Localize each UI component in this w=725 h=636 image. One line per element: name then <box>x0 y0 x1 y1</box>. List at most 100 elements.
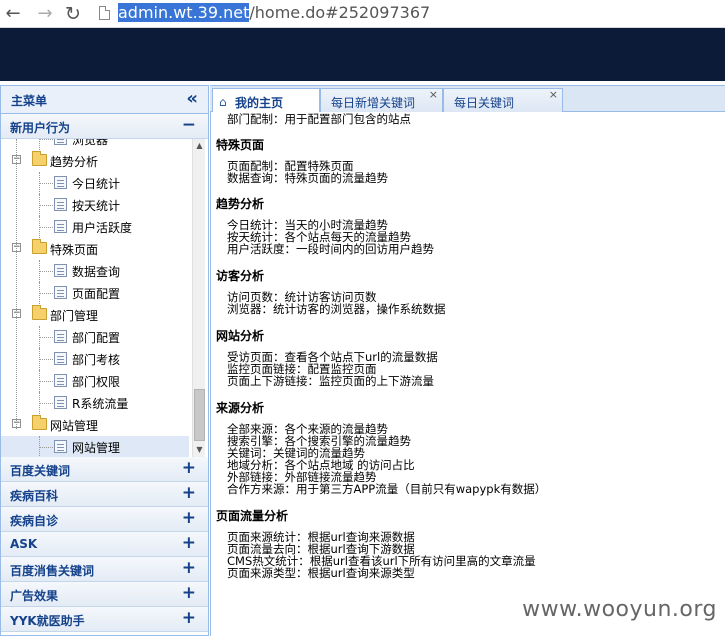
tree-item[interactable]: 部门配置 <box>1 326 189 348</box>
tree-label: 趋势分析 <box>50 155 99 169</box>
expand-icon[interactable]: + <box>182 458 196 478</box>
accordion-item[interactable]: 广告效果 + <box>1 582 208 607</box>
expand-icon[interactable]: + <box>182 533 196 553</box>
accordion-item[interactable]: ASK + <box>1 532 208 557</box>
tree-label: 部门权限 <box>72 375 121 389</box>
accordion-label: 百度消售关键词 <box>10 564 95 578</box>
accordion-label: 百度关键词 <box>10 464 71 478</box>
collapse-sidebar-icon[interactable]: « <box>186 88 198 109</box>
tree-label: 今日统计 <box>72 177 121 191</box>
home-icon: ⌂ <box>219 95 227 109</box>
tree-connector <box>39 381 53 382</box>
accordion-label: 新用户行为 <box>10 121 71 135</box>
content-line: 页面上下游链接：监控页面的上下游流量 <box>227 374 434 388</box>
accordion-item[interactable]: 百度消售关键词 + <box>1 557 208 582</box>
tree-item[interactable]: 网站管理 <box>1 436 189 457</box>
tree-label: 用户活跃度 <box>72 221 133 235</box>
content-line: 数据查询：特殊页面的流量趋势 <box>227 171 388 185</box>
sidebar: 主菜单 « 新用户行为 − 浏览器 − 趋势分析 今日统计 按天统计 用户活跃度 − 特殊页面… <box>0 85 209 636</box>
content-line: 合作方来源：用于第三方APP流量（目前只有wapypk有数据） <box>227 482 547 496</box>
tree-connector <box>39 139 53 140</box>
tree-label: 部门管理 <box>50 309 99 323</box>
tree-item[interactable]: 页面配置 <box>1 282 189 304</box>
tab-daily-keywords[interactable]: 每日关键词 × <box>443 88 563 112</box>
tree-label: 数据查询 <box>72 265 121 279</box>
tree-item[interactable]: 部门权限 <box>1 370 189 392</box>
scroll-down-icon[interactable]: ▼ <box>193 443 206 457</box>
tree-folder[interactable]: − 特殊页面 <box>1 238 189 260</box>
accordion-item[interactable]: YYK就医助手 + <box>1 607 208 632</box>
tree-folder[interactable]: − 部门管理 <box>1 304 189 326</box>
expand-icon[interactable]: + <box>182 558 196 578</box>
expand-icon[interactable]: + <box>182 508 196 528</box>
tab-label: 每日关键词 <box>454 96 515 110</box>
scroll-thumb[interactable] <box>194 389 205 441</box>
content-line: 浏览器：统计访客的浏览器，操作系统数据 <box>227 302 446 316</box>
tree-item[interactable]: 部门考核 <box>1 348 189 370</box>
page-grid-icon <box>54 352 67 365</box>
tab-daily-new-keywords[interactable]: 每日新增关键词 × <box>320 88 443 112</box>
home-content: 部门配制：用于配置部门包含的站点 特殊页面 页面配制：配置特殊页面 数据查询：特殊页… <box>210 112 725 636</box>
back-arrow-icon[interactable]: ← <box>2 3 24 25</box>
tree-folder[interactable]: − 网站管理 <box>1 414 189 436</box>
address-bar[interactable]: admin.wt.39.net/home.do#252097367 <box>118 3 430 23</box>
page-grid-icon <box>54 374 67 387</box>
tree-connector <box>39 293 53 294</box>
collapse-icon[interactable]: − <box>182 115 196 135</box>
tree-label: 部门配置 <box>72 331 121 345</box>
tree-connector <box>39 271 53 272</box>
browser-toolbar: ← → ↻ admin.wt.39.net/home.do#252097367 <box>0 0 725 28</box>
tree-item[interactable]: 浏览器 <box>1 139 189 150</box>
folder-icon <box>32 305 47 320</box>
accordion-item[interactable]: 疾病百科 + <box>1 482 208 507</box>
tree-connector <box>39 139 40 150</box>
tree-folder[interactable]: − 趋势分析 <box>1 150 189 172</box>
forward-arrow-icon[interactable]: → <box>34 3 56 25</box>
sidebar-header: 主菜单 « <box>1 86 208 114</box>
tree-item[interactable]: 用户活跃度 <box>1 216 189 238</box>
section-title: 网站分析 <box>216 329 265 343</box>
section-title: 趋势分析 <box>216 197 265 211</box>
tree-label: 页面配置 <box>72 287 121 301</box>
tree-item[interactable]: 今日统计 <box>1 172 189 194</box>
page-grid-icon <box>54 176 67 189</box>
expand-icon[interactable]: + <box>182 608 196 628</box>
expand-icon[interactable]: + <box>182 483 196 503</box>
page-icon <box>99 6 110 20</box>
tree-label: 浏览器 <box>72 139 109 147</box>
tree-scrollbar[interactable]: ▲ ▼ <box>192 139 205 457</box>
tree-connector <box>39 359 53 360</box>
tree-item[interactable]: 数据查询 <box>1 260 189 282</box>
accordion-item[interactable]: 疾病自诊 + <box>1 507 208 532</box>
tree-label: R系统流量 <box>72 397 129 411</box>
scroll-up-icon[interactable]: ▲ <box>193 139 206 153</box>
tree-label: 按天统计 <box>72 199 121 213</box>
close-icon[interactable]: × <box>549 88 558 101</box>
tab-label: 每日新增关键词 <box>331 96 416 110</box>
section-title: 访客分析 <box>216 269 265 283</box>
page-grid-icon <box>54 264 67 277</box>
tree-connector <box>39 403 53 404</box>
reload-icon[interactable]: ↻ <box>62 3 84 25</box>
tree-connector <box>39 227 53 228</box>
close-icon[interactable]: × <box>429 88 438 101</box>
watermark: www.wooyun.org <box>522 597 717 622</box>
section-title: 来源分析 <box>216 401 265 415</box>
accordion-new-user-behavior[interactable]: 新用户行为 − <box>1 114 208 139</box>
accordion-label: ASK <box>10 537 38 551</box>
tree-connector <box>39 447 53 448</box>
accordion-list: 百度关键词 + 疾病百科 + 疾病自诊 + ASK + 百度消售关键词 + 广告效果 + YYK就医助手… <box>1 457 208 632</box>
accordion-item[interactable]: 百度关键词 + <box>1 457 208 482</box>
tree-item[interactable]: R系统流量 <box>1 392 189 414</box>
page-grid-icon <box>54 396 67 409</box>
tree-connector <box>39 183 53 184</box>
tree-connector <box>39 337 53 338</box>
accordion-label: 广告效果 <box>10 589 59 603</box>
tree-label: 特殊页面 <box>50 243 99 257</box>
tab-home[interactable]: ⌂ 我的主页 <box>212 88 320 113</box>
tree-item[interactable]: 按天统计 <box>1 194 189 216</box>
page-grid-icon <box>54 198 67 211</box>
page-grid-icon <box>54 440 67 453</box>
expand-icon[interactable]: + <box>182 583 196 603</box>
tab-label: 我的主页 <box>235 96 284 110</box>
